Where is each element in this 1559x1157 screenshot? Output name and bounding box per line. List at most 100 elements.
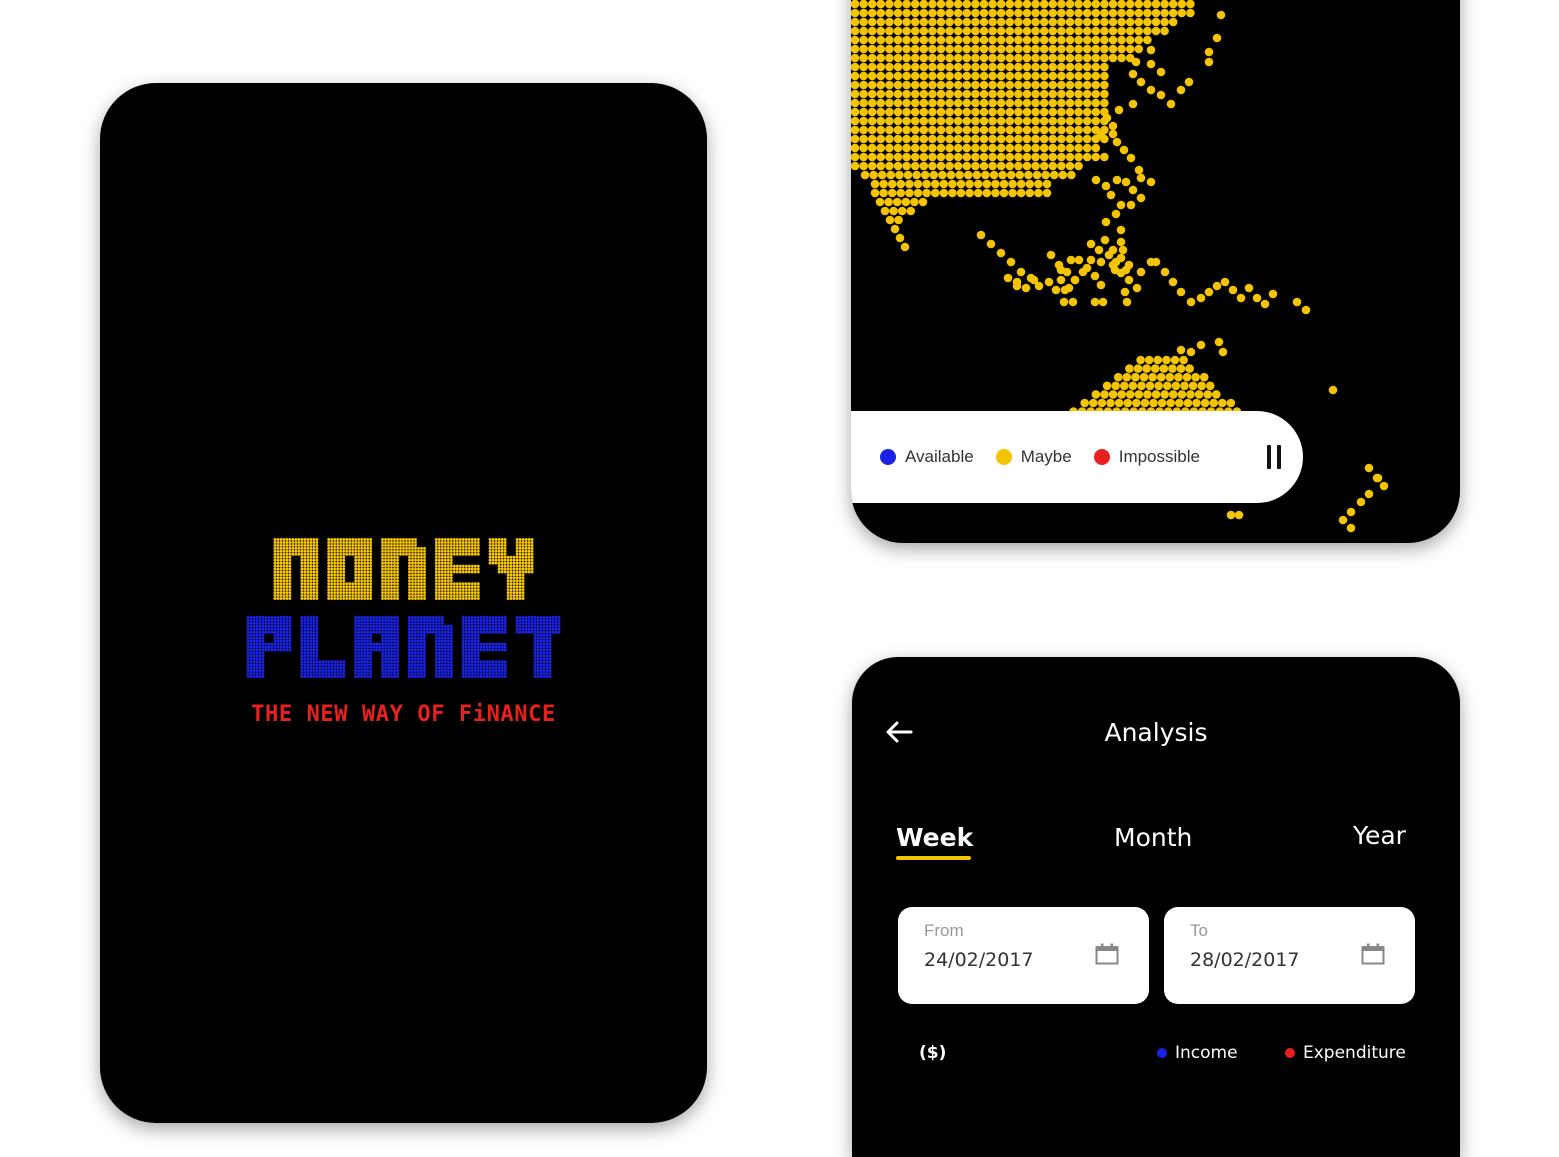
- map-dot: [859, 0, 868, 9]
- map-dot: [1057, 152, 1066, 162]
- map-dot: [939, 188, 949, 198]
- map-dot: [910, 8, 920, 18]
- map-dot: [971, 44, 980, 54]
- map-dot: [1022, 26, 1032, 36]
- map-dot: [1117, 53, 1126, 63]
- map-dot: [902, 116, 911, 126]
- tab-week[interactable]: Week: [896, 823, 973, 852]
- calendar-icon[interactable]: [1361, 943, 1385, 965]
- map-dot: [1165, 372, 1175, 382]
- map-dot: [928, 134, 937, 144]
- map-dot: [936, 53, 946, 63]
- map-dot: [996, 152, 1006, 162]
- map-dot: [953, 116, 963, 126]
- map-dot: [1156, 90, 1166, 100]
- map-dot: [1168, 8, 1178, 18]
- map-dot: [996, 107, 1006, 117]
- map-dot: [996, 89, 1006, 99]
- map-dot: [1125, 35, 1135, 45]
- calendar-icon[interactable]: [1095, 943, 1119, 965]
- map-dot: [936, 134, 946, 144]
- map-dot: [1150, 364, 1160, 373]
- map-dot: [1065, 17, 1075, 27]
- map-dot: [887, 179, 897, 189]
- map-dot: [945, 62, 954, 72]
- map-dot: [1117, 26, 1126, 36]
- map-dot: [988, 0, 997, 9]
- map-dot: [1012, 281, 1022, 291]
- map-dot: [1096, 130, 1106, 140]
- map-dot: [893, 107, 903, 117]
- map-dot: [1100, 44, 1109, 54]
- map-dot: [1048, 116, 1058, 126]
- map-dot: [1209, 398, 1218, 408]
- map-dot: [1080, 398, 1089, 408]
- map-dot: [953, 8, 963, 18]
- map-dot: [1134, 26, 1144, 36]
- map-dot: [1057, 89, 1066, 99]
- map-dot: [1125, 364, 1134, 373]
- map-dot: [953, 62, 963, 72]
- map-dot: [884, 197, 893, 207]
- map-dot: [1212, 33, 1222, 43]
- map-dot: [1160, 26, 1169, 36]
- from-value: 24/02/2017: [924, 949, 1034, 971]
- map-dot: [938, 170, 947, 180]
- map-dot: [1090, 271, 1100, 281]
- map-dot: [991, 179, 1000, 189]
- map-dot: [1048, 107, 1058, 117]
- map-dot: [1168, 364, 1177, 373]
- map-dot: [1005, 143, 1015, 153]
- map-dot: [962, 8, 972, 18]
- from-date-field[interactable]: From 24/02/2017: [898, 907, 1149, 1004]
- map-dot: [936, 143, 946, 153]
- map-dot: [1090, 297, 1100, 307]
- tab-year[interactable]: Year: [1353, 821, 1406, 850]
- map-dot: [895, 170, 904, 180]
- map-dot: [1134, 390, 1144, 399]
- map-dot: [922, 179, 931, 189]
- map-dot: [876, 26, 886, 36]
- map-dot: [956, 188, 966, 198]
- map-dot: [1014, 35, 1023, 45]
- map-dot: [1168, 277, 1178, 287]
- map-dot: [1228, 285, 1238, 295]
- map-dot: [1177, 390, 1187, 399]
- map-dot: [1074, 255, 1084, 265]
- map-dot: [1074, 125, 1083, 135]
- map-dot: [885, 152, 894, 162]
- map-dot: [1065, 152, 1075, 162]
- map-dot: [989, 170, 999, 180]
- map-dot: [1048, 17, 1058, 27]
- map-dot: [1100, 53, 1109, 63]
- map-dot: [869, 170, 878, 180]
- map-dot: [1082, 116, 1092, 126]
- map-dot: [979, 35, 989, 45]
- map-dot: [1108, 260, 1118, 270]
- map-dot: [1074, 35, 1083, 45]
- map-dot: [1143, 0, 1152, 9]
- map-dot: [988, 26, 997, 36]
- map-dot: [885, 62, 894, 72]
- map-dot: [859, 161, 868, 171]
- map-dot: [1120, 287, 1130, 297]
- map-dot: [1203, 390, 1212, 399]
- map-dot: [1091, 390, 1101, 399]
- app-logo: [100, 535, 707, 689]
- map-dot: [996, 8, 1006, 18]
- pause-icon[interactable]: [1265, 445, 1283, 469]
- map-dot: [1292, 297, 1302, 307]
- map-dot: [1091, 8, 1101, 18]
- analysis-screen: Analysis Week Month Year From 24/02/2017…: [852, 657, 1460, 1157]
- map-dot: [1074, 143, 1083, 153]
- map-dot: [939, 179, 949, 189]
- from-label: From: [924, 921, 964, 940]
- map-dot: [1031, 80, 1040, 90]
- map-dot: [971, 35, 980, 45]
- map-dot: [1091, 98, 1101, 108]
- tab-month[interactable]: Month: [1114, 823, 1192, 852]
- to-date-field[interactable]: To 28/02/2017: [1164, 907, 1415, 1004]
- map-dot: [876, 80, 886, 90]
- map-dot: [859, 26, 868, 36]
- map-dot: [1005, 8, 1015, 18]
